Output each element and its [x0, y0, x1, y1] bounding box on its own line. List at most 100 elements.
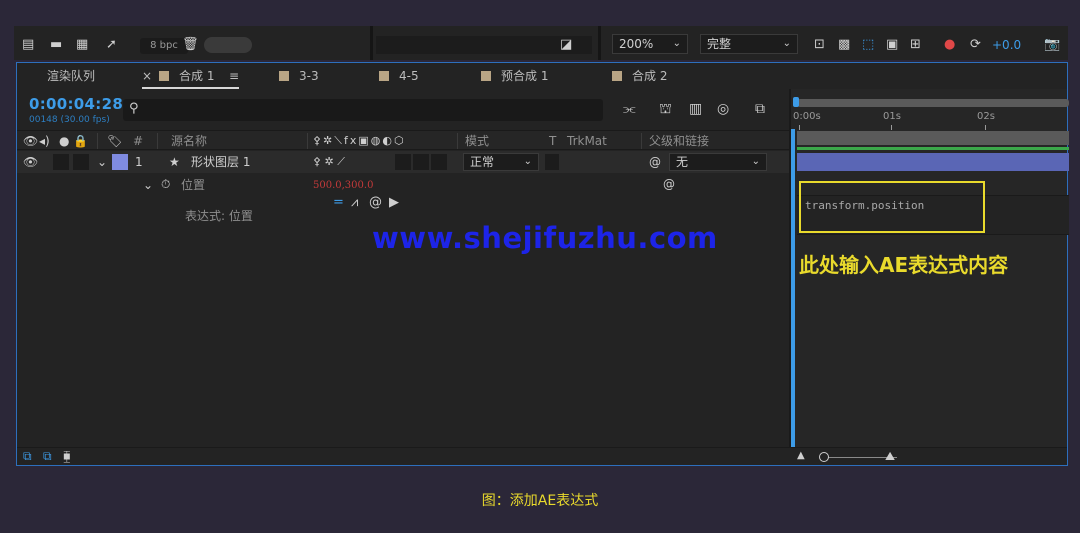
eye-icon[interactable]: 👁 [23, 155, 38, 169]
exposure-value[interactable]: +0.0 [992, 38, 1021, 52]
time-ruler-tick-label: 01s [883, 111, 901, 122]
column-t[interactable]: T [549, 134, 556, 148]
folder-icon[interactable]: ▬ [50, 38, 62, 52]
composition-icon[interactable]: ▦ [76, 38, 88, 52]
layer-search-input[interactable]: ⚲ [123, 99, 603, 121]
audio-toggle[interactable] [53, 154, 69, 170]
zoom-dropdown[interactable]: 200% ⌄ [612, 34, 688, 54]
layer-label-color[interactable] [112, 154, 128, 170]
search-icon: ⚲ [129, 101, 139, 116]
shy-layers-icon[interactable]: ⛫ [659, 101, 672, 117]
toolbar-slider[interactable] [204, 37, 252, 53]
timeline-graph-area[interactable]: 0:00s 01s 02s transform.position 此处输入AE表… [789, 89, 1069, 447]
composition-flowchart-icon[interactable]: ⫘ [623, 101, 636, 117]
tab-label: 3-3 [299, 69, 319, 83]
lock-toggle[interactable] [73, 154, 89, 170]
switch-box[interactable] [431, 154, 447, 170]
label-tag-icon[interactable]: 🏷 [107, 134, 122, 148]
render-queue-icon[interactable]: ▤ [22, 38, 34, 52]
current-time-indicator[interactable] [791, 129, 795, 447]
cache-indicator [797, 147, 1069, 150]
tab-comp-2[interactable]: 合成 2 [612, 69, 667, 83]
time-navigator[interactable] [797, 99, 1069, 107]
graph-editor-icon[interactable]: ⧉ [755, 101, 765, 117]
tab-label: 合成 1 [179, 69, 215, 83]
time-navigator-start-handle[interactable] [793, 97, 799, 107]
trkmat-box[interactable] [545, 154, 559, 170]
comp-swatch [379, 71, 389, 81]
pick-whip-icon[interactable]: @ [663, 177, 675, 191]
trash-icon[interactable]: 🗑 [182, 38, 199, 52]
layer-switches[interactable]: ⚴ ✲ ⟋ [313, 155, 345, 169]
position-value[interactable]: 500.0,300.0 [313, 180, 373, 191]
lock-icon[interactable]: 🔒 [73, 134, 88, 148]
layer-duration-bar[interactable] [797, 153, 1069, 171]
snapshot-icon[interactable]: ⊡ [814, 38, 825, 52]
transparency-grid-icon[interactable]: ▩ [838, 38, 850, 52]
in-out-toggle-icon[interactable]: ⧯ [63, 449, 71, 463]
switches-icons[interactable]: ⚴✲⟍fx▣◍◐⬡ [313, 134, 406, 148]
hamburger-menu-icon[interactable]: ≡ [229, 69, 239, 83]
motion-blur-icon[interactable]: ◎ [717, 101, 729, 117]
expression-text[interactable]: transform.position [805, 199, 924, 212]
solo-icon[interactable]: ● [59, 134, 69, 148]
column-divider [157, 133, 158, 149]
zoom-out-icon[interactable]: ▲ [797, 449, 805, 463]
resolution-dropdown[interactable]: 完整 ⌄ [700, 34, 798, 54]
frame-blending-icon[interactable]: ▥ [689, 101, 702, 117]
layer-column-header: 👁 ◂) ● 🔒 🏷 # 源名称 ⚴✲⟍fx▣◍◐⬡ 模式 T TrkMat 父… [17, 130, 789, 150]
column-divider [641, 133, 642, 149]
timeline-zoom-slider[interactable] [819, 452, 829, 462]
resolution-value: 完整 [707, 37, 732, 51]
zoom-in-icon[interactable]: ⛰ [885, 449, 895, 463]
parent-dropdown[interactable]: 无 ⌄ [669, 153, 767, 171]
column-mode[interactable]: 模式 [465, 134, 489, 148]
tab-precomp-1[interactable]: 预合成 1 [481, 69, 548, 83]
chevron-down-icon: ⌄ [672, 38, 681, 49]
tab-render-queue[interactable]: 渲染队列 [47, 69, 95, 83]
grid-guides-icon[interactable]: ⊞ [910, 38, 921, 52]
camera-icon[interactable]: 📷 [1044, 38, 1060, 52]
stopwatch-icon[interactable]: ⏱ [161, 177, 170, 191]
close-icon[interactable]: × [142, 69, 152, 83]
column-index[interactable]: # [133, 134, 143, 148]
tab-comp-1[interactable]: 合成 1 [159, 69, 214, 83]
color-channels-icon[interactable]: ● [944, 38, 955, 52]
parent-value: 无 [676, 155, 689, 169]
transfer-controls-toggle-icon[interactable]: ⧉ [43, 449, 52, 463]
layer-switches-toggle-icon[interactable]: ⧉ [23, 449, 32, 463]
switch-box[interactable] [395, 154, 411, 170]
tab-label: 预合成 1 [501, 69, 549, 83]
chevron-down-icon[interactable]: ⌄ [97, 155, 107, 169]
chevron-down-icon: ⌄ [523, 156, 532, 167]
expression-graph-icon[interactable]: ⩘ [351, 196, 358, 210]
layer-name[interactable]: 形状图层 1 [191, 155, 250, 169]
work-area-bar[interactable] [797, 131, 1069, 145]
pick-whip-icon[interactable]: @ [649, 155, 661, 169]
active-tab-indicator [142, 87, 239, 89]
audio-icon[interactable]: ◂) [39, 134, 50, 148]
region-of-interest-icon[interactable]: ▣ [886, 38, 898, 52]
mask-path-icon[interactable]: ⬚ [862, 38, 874, 52]
time-ruler-tick [985, 125, 986, 130]
figure-caption: 图：添加AE表达式 [481, 493, 599, 509]
layer-row[interactable]: 👁 ⌄ 1 ★ 形状图层 1 ⚴ ✲ ⟋ 正常 ⌄ @ 无 ⌄ [17, 151, 789, 173]
tab-3-3[interactable]: 3-3 [279, 69, 319, 83]
switch-box[interactable] [413, 154, 429, 170]
current-time-display[interactable]: 0:00:04:28 [29, 95, 123, 113]
column-parent[interactable]: 父级和链接 [649, 134, 709, 148]
column-trkmat[interactable]: TrkMat [567, 134, 607, 148]
chevron-down-icon[interactable]: ⌄ [143, 178, 153, 192]
reset-exposure-icon[interactable]: ⟳ [970, 38, 981, 52]
expression-pick-whip-icon[interactable]: @ [369, 196, 382, 210]
resize-handle-icon[interactable]: ◪ [560, 38, 572, 52]
tab-4-5[interactable]: 4-5 [379, 69, 419, 83]
arrow-tool-icon[interactable]: ➚ [106, 38, 117, 52]
blend-mode-dropdown[interactable]: 正常 ⌄ [463, 153, 539, 171]
enable-expression-icon[interactable]: = [333, 196, 344, 210]
eye-icon[interactable]: 👁 [23, 134, 38, 148]
column-source-name[interactable]: 源名称 [171, 134, 207, 148]
time-ruler-tick-label: 0:00s [793, 111, 821, 122]
bpc-button[interactable]: 8 bpc [140, 38, 188, 54]
expression-language-menu-icon[interactable]: ▶ [389, 196, 399, 210]
